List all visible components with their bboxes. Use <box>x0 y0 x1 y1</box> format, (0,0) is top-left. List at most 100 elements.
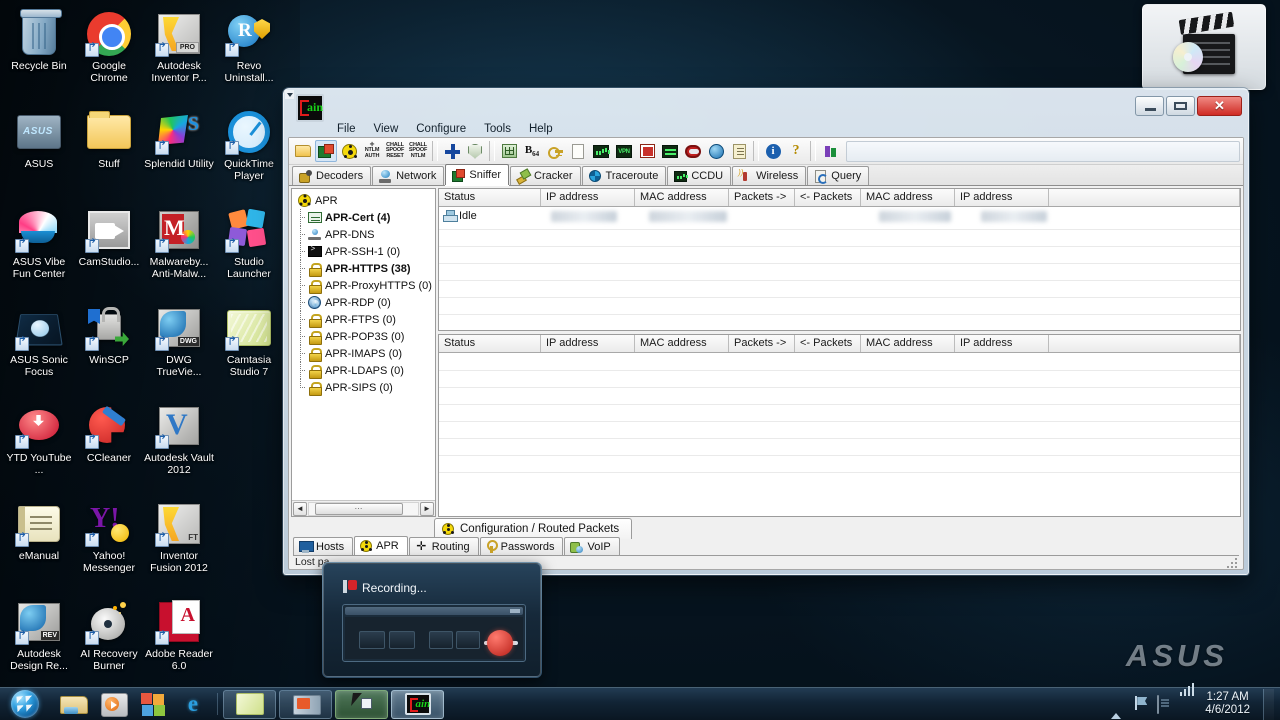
column-packets-out[interactable]: Packets -> <box>729 335 795 352</box>
quicklaunch-internet-explorer[interactable]: e <box>174 690 212 719</box>
desktop-icon-yahoo-messenger[interactable]: Yahoo! Messenger <box>74 500 144 574</box>
desktop-icon-camtasia-studio[interactable]: Camtasia Studio 7 <box>214 304 284 378</box>
access-db-button[interactable] <box>567 140 589 162</box>
desktop-icon-inventor-fusion[interactable]: FT Inventor Fusion 2012 <box>144 500 214 574</box>
rdp-sniffer-button[interactable] <box>636 140 658 162</box>
quicklaunch-flip3d[interactable] <box>134 690 172 719</box>
column-packets-out[interactable]: Packets -> <box>729 189 795 206</box>
menu-configure[interactable]: Configure <box>408 122 474 136</box>
tab-cracker[interactable]: Cracker <box>510 166 581 185</box>
bottom-tab-hosts[interactable]: Hosts <box>293 537 354 555</box>
resize-grip[interactable] <box>1225 556 1237 568</box>
cain-application-window[interactable]: ain ✕ File View Configure Tools Help ✛ NT… <box>283 88 1249 575</box>
desktop-icon-malwarebytes[interactable]: Malwareby... Anti-Malw... <box>144 206 214 280</box>
desktop-icon-google-chrome[interactable]: Google Chrome <box>74 10 144 84</box>
tab-query[interactable]: Query <box>807 166 870 185</box>
bottom-tab-passwords[interactable]: Passwords <box>479 537 564 555</box>
column-ip-address-left[interactable]: IP address <box>541 189 635 206</box>
tree-node-apr-root[interactable]: APR <box>296 192 435 209</box>
column-packets-in[interactable]: <- Packets <box>795 189 861 206</box>
desktop-icon-adobe-reader[interactable]: A Adobe Reader 6.0 <box>144 598 214 672</box>
window-titlebar[interactable]: ain ✕ <box>285 90 1247 122</box>
tree-horizontal-scrollbar[interactable]: ◄ ⋯ ► <box>292 500 435 516</box>
tree-node-apr-proxyhttps[interactable]: APR-ProxyHTTPS (0) <box>296 277 435 294</box>
rsa-token-button[interactable] <box>682 140 704 162</box>
desktop-icon-ai-recovery-burner[interactable]: AI Recovery Burner <box>74 598 144 672</box>
scroll-track[interactable]: ⋯ <box>308 501 419 516</box>
desktop-icon-autodesk-inventor[interactable]: PRO Autodesk Inventor P... <box>144 10 214 84</box>
desktop-icon-ytd-youtube[interactable]: YTD YouTube ... <box>4 402 74 476</box>
tree-node-apr-rdp[interactable]: APR-RDP (0) <box>296 294 435 311</box>
chall-spoof-reset-button[interactable]: CHALL SPOOF RESET <box>384 140 406 162</box>
column-ip-address-left[interactable]: IP address <box>541 335 635 352</box>
tree-node-apr-imaps[interactable]: APR-IMAPS (0) <box>296 345 435 362</box>
desktop-icon-winscp[interactable]: WinSCP <box>74 304 144 367</box>
chevron-up-icon[interactable] <box>1111 696 1127 719</box>
maximize-button[interactable] <box>1166 96 1195 116</box>
dock-tab-configuration-routed-packets[interactable]: Configuration / Routed Packets <box>434 518 633 539</box>
tab-ccdu[interactable]: CCDU <box>667 166 732 185</box>
column-mac-address-right[interactable]: MAC address <box>861 335 955 352</box>
tree-node-apr-cert[interactable]: APR-Cert (4) <box>296 209 435 226</box>
action-center-icon[interactable] <box>1157 695 1173 714</box>
minimize-button[interactable] <box>1135 96 1164 116</box>
desktop-icon-recycle-bin[interactable]: Recycle Bin <box>4 9 74 73</box>
help-button[interactable]: ? <box>785 140 807 162</box>
system-menu-icon[interactable] <box>285 90 294 99</box>
menu-tools[interactable]: Tools <box>476 122 519 136</box>
cisco-pix-button[interactable] <box>544 140 566 162</box>
cisco-type7-button[interactable] <box>590 140 612 162</box>
apr-status-grid-bottom[interactable]: Status IP address MAC address Packets ->… <box>438 334 1241 517</box>
desktop-icon-dwg-trueview[interactable]: DWG DWG TrueVie... <box>144 304 214 378</box>
grid-body[interactable]: Idle <box>439 207 1240 330</box>
apr-status-grid-top[interactable]: Status IP address MAC address Packets ->… <box>438 188 1241 331</box>
taskbar-cain[interactable]: ain <box>391 689 444 719</box>
column-status[interactable]: Status <box>439 335 541 352</box>
desktop-icon-camstudio[interactable]: CamStudio... <box>74 206 144 269</box>
taskbar-recorder[interactable] <box>335 689 388 719</box>
tree-node-apr-ftps[interactable]: APR-FTPS (0) <box>296 311 435 328</box>
column-mac-address-left[interactable]: MAC address <box>635 189 729 206</box>
vnc-password-button[interactable]: VPN <box>613 140 635 162</box>
chall-spoof-ntlm-button[interactable]: CHALL SPOOF NTLM <box>407 140 429 162</box>
tree-node-apr-ldaps[interactable]: APR-LDAPS (0) <box>296 362 435 379</box>
show-desktop-button[interactable] <box>1263 688 1274 720</box>
network-flag-icon[interactable] <box>1134 696 1150 712</box>
scroll-left-button[interactable]: ◄ <box>293 501 307 516</box>
tree-node-apr-pop3s[interactable]: APR-POP3S (0) <box>296 328 435 345</box>
add-to-list-button[interactable] <box>441 140 463 162</box>
hash-calculator-button[interactable] <box>659 140 681 162</box>
signal-bars-icon[interactable] <box>1180 683 1196 712</box>
note-button[interactable] <box>728 140 750 162</box>
base64-decoder-button[interactable]: B64 <box>521 140 543 162</box>
table-button[interactable] <box>498 140 520 162</box>
desktop-icon-asus-sonic-focus[interactable]: ASUS Sonic Focus <box>4 304 74 378</box>
about-button[interactable]: i <box>762 140 784 162</box>
tab-sniffer[interactable]: Sniffer <box>445 164 510 185</box>
desktop-icon-asus-vibe[interactable]: ASUS Vibe Fun Center <box>4 206 74 280</box>
desktop-icon-quicktime-player[interactable]: QuickTime Player <box>214 108 284 182</box>
tab-traceroute[interactable]: Traceroute <box>581 166 667 185</box>
column-mac-address-left[interactable]: MAC address <box>635 335 729 352</box>
taskbar-camstudio[interactable] <box>279 689 332 719</box>
quicklaunch-media-player[interactable] <box>94 690 132 719</box>
ntlm-auth-button[interactable]: ✛ NTLM AUTH <box>361 140 383 162</box>
desktop-icon-studio-launcher[interactable]: Studio Launcher <box>214 206 284 280</box>
wireless-scanner-button[interactable] <box>705 140 727 162</box>
scroll-thumb[interactable]: ⋯ <box>315 502 403 515</box>
start-stop-sniffer-button[interactable] <box>315 140 337 162</box>
menu-file[interactable]: File <box>329 122 364 136</box>
quicklaunch-explorer[interactable] <box>54 690 92 719</box>
grid-body[interactable] <box>439 353 1240 516</box>
desktop-icon-emanual[interactable]: eManual <box>4 500 74 563</box>
bottom-tab-routing[interactable]: ✛ Routing <box>408 537 479 555</box>
desktop-icon-asus[interactable]: ASUS <box>4 108 74 171</box>
menu-view[interactable]: View <box>366 122 407 136</box>
bottom-tab-voip[interactable]: VoIP <box>564 537 620 555</box>
desktop-icon-autodesk-design-review[interactable]: REV Autodesk Design Re... <box>4 598 74 672</box>
tree-node-apr-ssh1[interactable]: APR-SSH-1 (0) <box>296 243 435 260</box>
desktop-icon-splendid-utility[interactable]: Splendid Utility <box>144 108 214 171</box>
column-status[interactable]: Status <box>439 189 541 206</box>
cain-logo-icon[interactable]: ain <box>296 94 324 122</box>
tree-node-apr-dns[interactable]: APR-DNS <box>296 226 435 243</box>
